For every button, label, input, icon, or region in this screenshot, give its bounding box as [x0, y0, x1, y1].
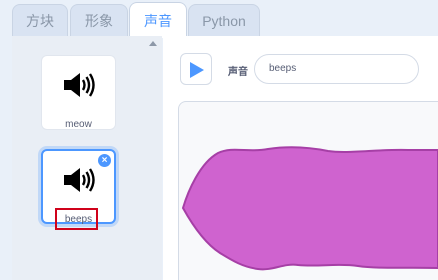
speaker-icon [64, 168, 95, 192]
waveform[interactable] [178, 101, 438, 280]
highlight-box [55, 208, 98, 230]
play-icon [190, 62, 204, 78]
play-sound-button[interactable] [180, 53, 212, 85]
speaker-icon [64, 73, 95, 97]
tab-costumes[interactable]: 形象 [70, 4, 128, 36]
tab-sounds[interactable]: 声音 [129, 2, 187, 38]
delete-sound-button[interactable]: × [98, 154, 111, 167]
sound-item-meow[interactable]: meow [41, 55, 116, 130]
tab-code[interactable]: 方块 [12, 4, 68, 36]
tab-python[interactable]: Python [188, 4, 260, 36]
tab-bar: 方块 形象 声音 Python [0, 0, 438, 38]
sound-list-scrollbar[interactable] [145, 36, 162, 280]
scroll-up-arrow-icon[interactable] [149, 41, 157, 46]
sound-name-label: 声音 [228, 67, 248, 78]
sound-name-input[interactable]: beeps [254, 54, 419, 84]
sound-item-label: meow [65, 119, 92, 130]
